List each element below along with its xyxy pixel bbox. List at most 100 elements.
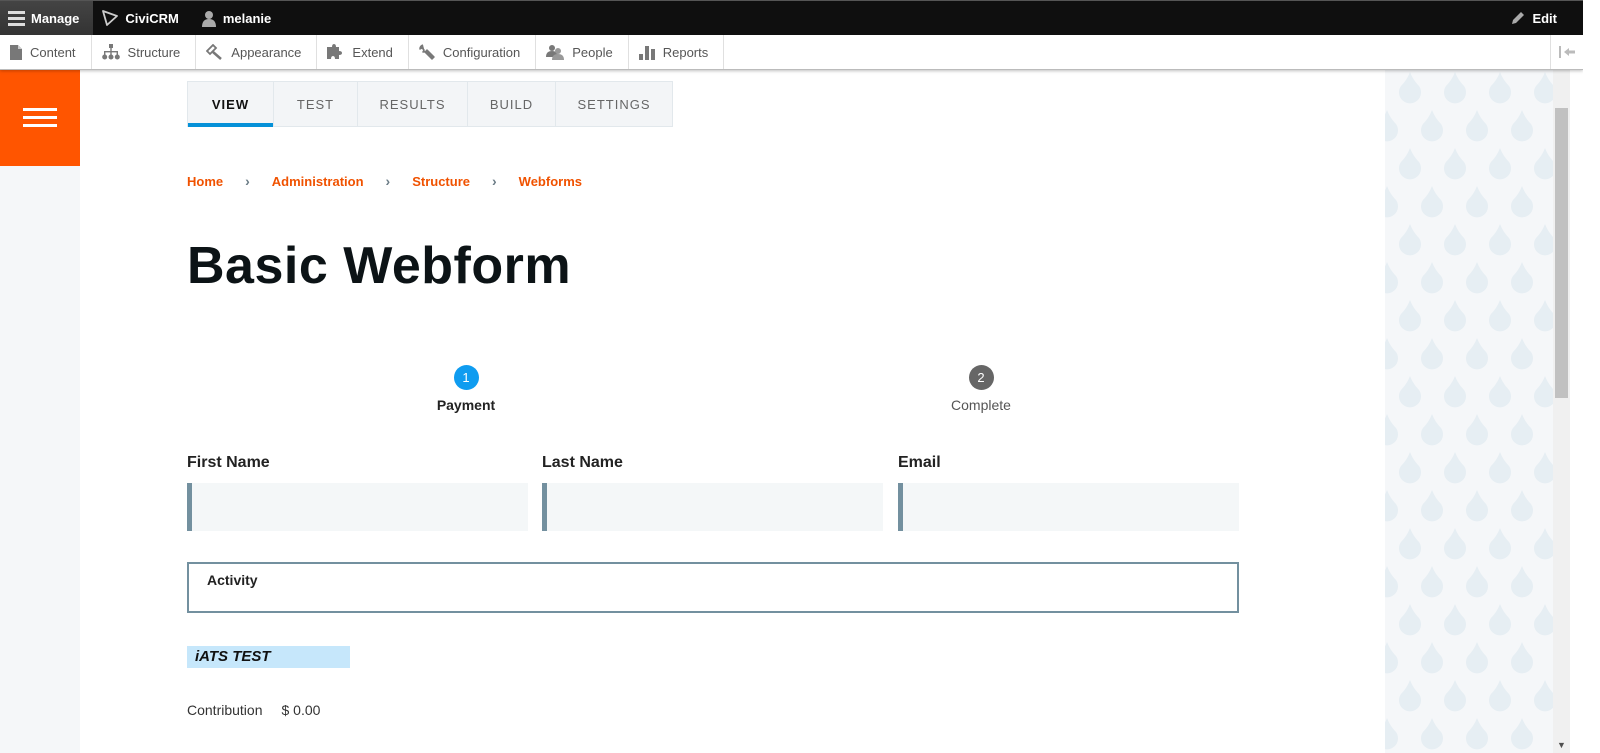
drop-shape (1421, 262, 1443, 294)
drop-shape (1466, 566, 1488, 598)
tray-item-structure[interactable]: Structure (92, 35, 197, 69)
drop-shape (1534, 72, 1553, 104)
tab-settings[interactable]: SETTINGS (556, 82, 672, 126)
document-icon (10, 44, 22, 60)
tab-view[interactable]: VIEW (188, 82, 274, 127)
edit-button[interactable]: Edit (1502, 1, 1583, 35)
civicrm-button[interactable]: CiviCRM (93, 1, 192, 35)
user-button[interactable]: melanie (193, 1, 285, 35)
drop-shape (1399, 680, 1421, 712)
step-label: Complete (951, 397, 1011, 413)
pencil-icon (1512, 12, 1525, 24)
drop-shape (1399, 72, 1421, 104)
tab-test[interactable]: TEST (274, 82, 358, 126)
drop-shape (1399, 528, 1421, 560)
drop-shape (1489, 224, 1511, 256)
step-label: Payment (436, 397, 496, 413)
breadcrumb-webforms[interactable]: Webforms (519, 174, 582, 189)
drop-shape (1421, 490, 1443, 522)
contribution-row: Contribution $ 0.00 (187, 702, 320, 718)
drop-shape (1444, 148, 1466, 180)
drop-shape (1385, 262, 1398, 294)
drop-shape (1489, 604, 1511, 636)
drop-shape (1489, 452, 1511, 484)
last-name-input[interactable] (542, 483, 883, 531)
tray-item-people[interactable]: People (536, 35, 629, 69)
civicrm-label: CiviCRM (125, 10, 179, 26)
drop-shape (1421, 566, 1443, 598)
iats-section-heading: iATS TEST (187, 646, 350, 668)
tab-build[interactable]: BUILD (468, 82, 556, 126)
tray-item-reports[interactable]: Reports (629, 35, 725, 69)
tray-item-label: Appearance (231, 44, 302, 60)
collapse-arrow-icon (1559, 46, 1575, 58)
tray-item-configuration[interactable]: Configuration (409, 35, 537, 69)
hamburger-icon (23, 108, 57, 127)
drop-shape (1399, 224, 1421, 256)
drop-shape (1466, 718, 1488, 750)
drop-shape (1534, 680, 1553, 712)
breadcrumb: Home › Administration › Structure › Webf… (187, 173, 582, 189)
drop-shape (1444, 376, 1466, 408)
step-number: 2 (968, 365, 994, 390)
manage-button[interactable]: Manage (0, 1, 94, 35)
scroll-thumb[interactable] (1555, 108, 1568, 398)
tray-item-label: Extend (352, 44, 393, 60)
tray-orientation-toggle[interactable] (1550, 35, 1583, 69)
main-menu-toggle[interactable] (0, 70, 80, 166)
drop-shape (1385, 110, 1398, 142)
tray-item-content[interactable]: Content (0, 35, 92, 69)
first-name-label: First Name (187, 454, 270, 471)
first-name-input[interactable] (187, 483, 528, 531)
drop-shape (1421, 414, 1443, 446)
manage-label: Manage (31, 10, 80, 26)
drop-shape (1444, 452, 1466, 484)
drop-shape (1534, 604, 1553, 636)
decorative-pattern (1385, 70, 1553, 753)
drop-shape (1466, 414, 1488, 446)
contribution-value: $ 0.00 (281, 702, 321, 718)
drop-shape (1421, 186, 1443, 218)
drop-shape (1421, 642, 1443, 674)
drop-shape (1466, 338, 1488, 370)
left-sidebar (0, 70, 80, 753)
puzzle-icon (327, 44, 343, 59)
drop-shape (1399, 376, 1421, 408)
bar-chart-icon (638, 46, 655, 60)
tray-item-label: Structure (127, 44, 181, 60)
page-scrollbar[interactable]: ▲ ▼ (1553, 0, 1570, 753)
primary-tabs: VIEW TEST RESULTS BUILD SETTINGS (187, 81, 673, 127)
activity-fieldset: Activity (187, 562, 1239, 613)
scroll-down-arrow-icon[interactable]: ▼ (1553, 736, 1570, 753)
drop-shape (1466, 490, 1488, 522)
email-input[interactable] (898, 483, 1239, 531)
tray-item-appearance[interactable]: Appearance (196, 35, 318, 69)
tray-item-label: Content (30, 44, 76, 60)
drop-shape (1385, 186, 1398, 218)
drop-shape (1489, 376, 1511, 408)
contribution-label: Contribution (187, 702, 263, 718)
drop-shape (1385, 338, 1398, 370)
tab-results[interactable]: RESULTS (358, 82, 468, 126)
drop-shape (1466, 262, 1488, 294)
breadcrumb-separator: › (245, 173, 250, 189)
drop-shape (1444, 72, 1466, 104)
breadcrumb-structure[interactable]: Structure (412, 174, 470, 189)
tray-item-label: People (572, 44, 613, 60)
edit-label: Edit (1532, 10, 1557, 26)
drop-shape (1489, 528, 1511, 560)
breadcrumb-administration[interactable]: Administration (272, 174, 364, 189)
drop-shape (1385, 642, 1398, 674)
people-icon (546, 45, 565, 60)
tray-item-extend[interactable]: Extend (317, 35, 409, 69)
drop-shape (1444, 604, 1466, 636)
tab-label: TEST (296, 96, 335, 112)
tray-item-label: Reports (662, 44, 709, 60)
last-name-label: Last Name (542, 454, 623, 471)
breadcrumb-home[interactable]: Home (187, 174, 223, 189)
drop-shape (1399, 452, 1421, 484)
drop-shape (1466, 186, 1488, 218)
email-label: Email (898, 454, 941, 471)
drop-shape (1489, 148, 1511, 180)
tray-item-label: Configuration (442, 44, 521, 60)
